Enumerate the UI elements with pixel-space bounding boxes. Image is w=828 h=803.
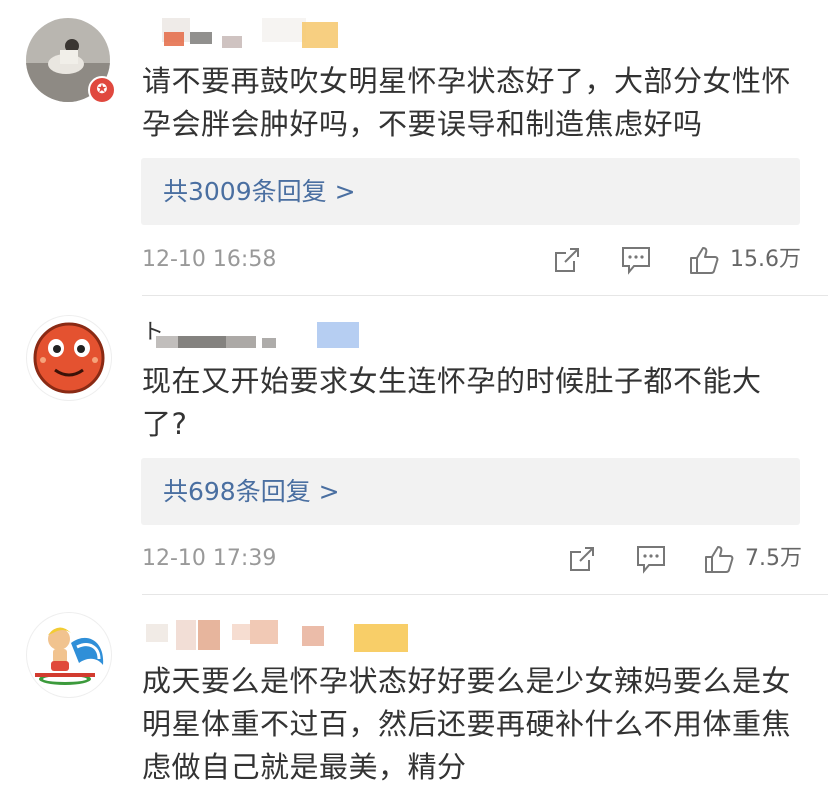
- like-count: 15.6万: [730, 247, 801, 272]
- like-icon[interactable]: [703, 544, 735, 574]
- comment-time: 12-10 17:39: [142, 546, 277, 571]
- share-icon[interactable]: [552, 245, 582, 275]
- comment-text: 成天要么是怀孕状态好好要么是少女辣妈要么是女明星体重不过百，然后还要再硬补什么不…: [142, 664, 792, 784]
- comment-time: 12-10 16:58: [142, 247, 277, 272]
- comment-icon[interactable]: [635, 544, 667, 574]
- username[interactable]: [142, 620, 432, 652]
- comment-text: 现在又开始要求女生连怀孕的时候肚子都不能大了?: [142, 364, 762, 441]
- comment-footer: 12-10 17:39 7.5万: [142, 542, 802, 576]
- vip-badge-icon: ✪: [88, 76, 116, 104]
- divider: [142, 295, 828, 296]
- comment-icon[interactable]: [620, 245, 652, 275]
- reply-count-label[interactable]: 共698条回复 >: [163, 458, 340, 525]
- comment-footer: 12-10 16:58 15.6万: [142, 243, 802, 277]
- divider: [142, 594, 828, 595]
- avatar[interactable]: [26, 315, 112, 401]
- like-count: 7.5万: [745, 546, 802, 571]
- reply-thread-link[interactable]: 共698条回复 >: [141, 458, 800, 525]
- reply-count-label[interactable]: 共3009条回复 >: [163, 158, 356, 225]
- avatar[interactable]: [26, 612, 112, 698]
- username[interactable]: [142, 18, 362, 48]
- comment-text: 请不要再鼓吹女明星怀孕状态好了，大部分女性怀孕会胖会肿好吗，不要误导和制造焦虑好…: [142, 64, 792, 141]
- like-icon[interactable]: [688, 245, 720, 275]
- username[interactable]: ト: [142, 320, 372, 348]
- reply-thread-link[interactable]: 共3009条回复 >: [141, 158, 800, 225]
- share-icon[interactable]: [567, 544, 597, 574]
